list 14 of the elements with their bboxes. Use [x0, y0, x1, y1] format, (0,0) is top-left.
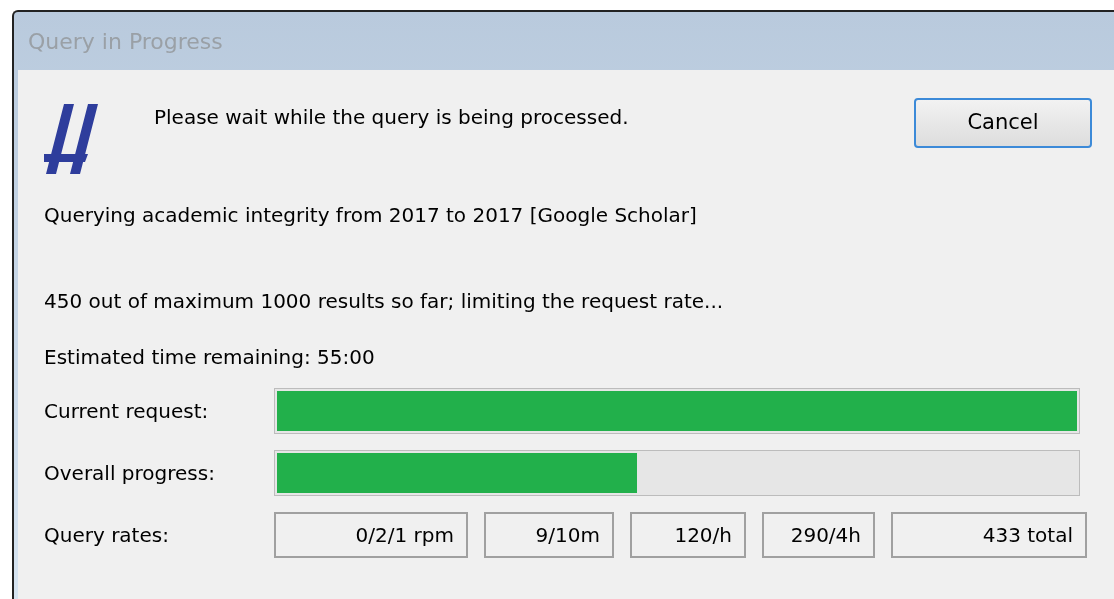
wait-message: Please wait while the query is being processed.	[154, 104, 629, 131]
cancel-button[interactable]: Cancel	[914, 98, 1092, 148]
time-remaining: Estimated time remaining: 55:00	[44, 344, 376, 371]
rate-readout: 0/2/1 rpm	[274, 512, 468, 558]
progress-label: Current request:	[44, 398, 210, 425]
query-description: Querying academic integrity from 2017 to 2017 [Google Scholar]	[44, 202, 698, 229]
rates-label: Query rates:	[44, 522, 170, 549]
rate-readout: 120/h	[630, 512, 746, 558]
status-text: 450 out of maximum 1000 results so far; limiting the request rate...	[44, 288, 725, 315]
rate-readout: 290/4h	[762, 512, 875, 558]
window-title: Query in Progress	[28, 27, 223, 56]
rate-readout: 9/10m	[484, 512, 614, 558]
rate-readout: 433 total	[891, 512, 1087, 558]
progress-label: Overall progress:	[44, 460, 216, 487]
